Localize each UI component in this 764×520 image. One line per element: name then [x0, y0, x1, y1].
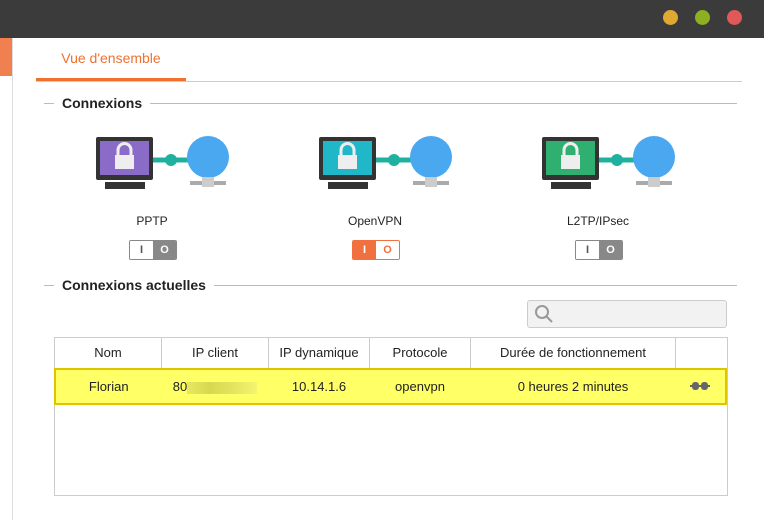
- column-header-uptime[interactable]: Durée de fonctionnement: [470, 337, 676, 370]
- connection-pptp: PPTP I O: [72, 130, 232, 260]
- cell-name: Florian: [54, 368, 162, 405]
- maximize-button[interactable]: [695, 10, 710, 25]
- vpn-connection-icon: [319, 136, 452, 189]
- search-input[interactable]: [527, 300, 727, 328]
- toggle-on: I: [576, 241, 599, 259]
- cell-ip-client: 80: [161, 368, 269, 405]
- connection-label: PPTP: [136, 214, 168, 228]
- table-row[interactable]: Florian 80 10.14.1.6 openvpn 0 heures 2 …: [54, 368, 727, 405]
- toggle-off: O: [153, 241, 176, 259]
- cell-protocol: openvpn: [369, 368, 471, 405]
- ip-client-text: 80: [172, 379, 188, 394]
- cell-uptime: 0 heures 2 minutes: [470, 368, 676, 405]
- cell-action: [675, 368, 727, 405]
- toggle-on: I: [130, 241, 153, 259]
- vpn-connection-icon: [542, 136, 675, 189]
- toggle-switch[interactable]: I O: [575, 240, 623, 260]
- toggle-switch[interactable]: I O: [352, 240, 400, 260]
- toggle-switch[interactable]: I O: [129, 240, 177, 260]
- title-bar: [0, 0, 764, 38]
- toggle-off: O: [376, 241, 399, 259]
- section-title-current: Connexions actuelles: [54, 277, 214, 293]
- minimize-button[interactable]: [663, 10, 678, 25]
- connection-label: L2TP/IPsec: [566, 214, 630, 228]
- vpn-connection-icon: [96, 136, 229, 189]
- column-header-protocol[interactable]: Protocole: [369, 337, 471, 370]
- redacted-blur: [187, 381, 258, 394]
- tab-overview[interactable]: Vue d'ensemble: [36, 50, 186, 66]
- sidebar-edge: [0, 38, 12, 76]
- connection-label: OpenVPN: [347, 214, 403, 228]
- toggle-off: O: [599, 241, 622, 259]
- connection-openvpn: OpenVPN I O: [295, 130, 455, 260]
- divider: [36, 81, 742, 82]
- column-header-action: [675, 337, 726, 370]
- search-icon: [535, 305, 553, 323]
- connection-l2tpipsec: L2TP/IPsec I O: [518, 130, 678, 260]
- disconnect-icon[interactable]: [690, 381, 711, 391]
- cell-ip-dynamic: 10.14.1.6: [268, 368, 370, 405]
- column-header-ip-dynamic[interactable]: IP dynamique: [268, 337, 370, 370]
- toggle-on: I: [353, 241, 376, 259]
- section-title-connections: Connexions: [54, 95, 151, 111]
- column-header-ip-client[interactable]: IP client: [161, 337, 269, 370]
- close-button[interactable]: [727, 10, 742, 25]
- column-header-name[interactable]: Nom: [55, 337, 162, 370]
- connections-table: Nom IP client IP dynamique Protocole Dur…: [54, 337, 727, 405]
